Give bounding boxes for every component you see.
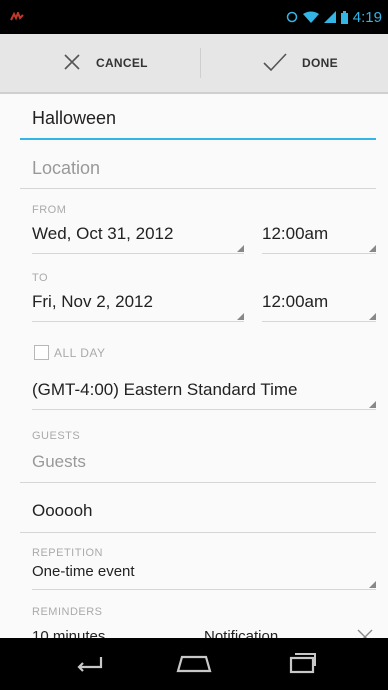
- from-time-text: 12:00am: [262, 224, 329, 243]
- repetition-text: One-time event: [32, 563, 135, 580]
- spinner-corner-icon: [237, 245, 244, 252]
- location-field[interactable]: Location: [20, 146, 376, 192]
- alarm-icon: [286, 11, 298, 23]
- event-edit-form: Halloween Location FROM Wed, Oct 31, 201…: [0, 94, 388, 638]
- home-button[interactable]: [174, 652, 214, 678]
- from-time-spinner[interactable]: 12:00am: [250, 218, 376, 254]
- spinner-corner-icon: [369, 581, 376, 588]
- location-underline: [20, 188, 376, 189]
- close-icon: [62, 52, 82, 75]
- reminder-method-spinner[interactable]: Notification: [192, 622, 332, 638]
- to-label: TO: [32, 272, 49, 284]
- to-time-underline: [262, 321, 376, 322]
- cancel-label: CANCEL: [96, 56, 148, 70]
- done-button[interactable]: DONE: [262, 34, 338, 92]
- remove-reminder-icon[interactable]: [354, 626, 376, 638]
- from-date-spinner[interactable]: Wed, Oct 31, 2012: [20, 218, 244, 254]
- guests-underline: [20, 482, 376, 483]
- reminders-label: REMINDERS: [32, 606, 103, 618]
- title-input[interactable]: Halloween: [32, 108, 116, 129]
- description-underline: [20, 532, 376, 533]
- done-label: DONE: [302, 56, 338, 70]
- action-bar: CANCEL DONE: [0, 34, 388, 94]
- spinner-corner-icon: [369, 313, 376, 320]
- repetition-spinner[interactable]: One-time event: [20, 558, 376, 590]
- spinner-corner-icon: [369, 401, 376, 408]
- back-button[interactable]: [70, 652, 110, 678]
- navigation-bar: [0, 638, 388, 690]
- guests-input[interactable]: Guests: [32, 452, 86, 472]
- guests-label: GUESTS: [32, 430, 81, 442]
- battery-icon: [340, 10, 348, 24]
- all-day-label: ALL DAY: [54, 346, 106, 360]
- recent-apps-button[interactable]: [282, 652, 322, 678]
- to-date-spinner[interactable]: Fri, Nov 2, 2012: [20, 286, 244, 322]
- reminder-method-text: Notification: [204, 628, 279, 638]
- spinner-corner-icon: [237, 313, 244, 320]
- timezone-spinner[interactable]: (GMT-4:00) Eastern Standard Time: [20, 374, 376, 410]
- guests-field[interactable]: Guests: [20, 444, 376, 484]
- wifi-icon: [302, 11, 319, 23]
- cancel-button[interactable]: CANCEL: [62, 34, 148, 92]
- from-time-underline: [262, 253, 376, 254]
- notification-icon: [10, 9, 24, 21]
- back-icon: [73, 653, 107, 678]
- to-time-spinner[interactable]: 12:00am: [250, 286, 376, 322]
- status-icons: 4:19: [286, 6, 382, 28]
- to-time-text: 12:00am: [262, 292, 329, 311]
- from-date-underline: [32, 253, 244, 254]
- to-date-underline: [32, 321, 244, 322]
- checkmark-icon: [262, 52, 288, 75]
- reminder-time-text: 10 minutes: [32, 628, 106, 638]
- reminder-time-spinner[interactable]: 10 minutes: [20, 622, 190, 638]
- all-day-checkbox[interactable]: [34, 345, 49, 360]
- signal-icon: [323, 11, 336, 23]
- action-divider: [200, 48, 201, 78]
- spinner-corner-icon: [369, 245, 376, 252]
- description-field[interactable]: Oooooh: [20, 488, 376, 536]
- repetition-underline: [32, 589, 376, 590]
- timezone-text: (GMT-4:00) Eastern Standard Time: [32, 380, 298, 399]
- title-field[interactable]: Halloween: [20, 94, 376, 144]
- from-date-text: Wed, Oct 31, 2012: [32, 224, 174, 243]
- from-label: FROM: [32, 204, 67, 216]
- clock-text: 4:19: [352, 8, 382, 26]
- description-input[interactable]: Oooooh: [32, 501, 93, 521]
- recent-apps-icon: [287, 652, 317, 679]
- status-bar: 4:19: [0, 0, 388, 34]
- title-underline: [20, 138, 376, 140]
- home-icon: [174, 653, 214, 678]
- timezone-underline: [32, 409, 376, 410]
- to-date-text: Fri, Nov 2, 2012: [32, 292, 153, 311]
- location-input[interactable]: Location: [32, 158, 100, 179]
